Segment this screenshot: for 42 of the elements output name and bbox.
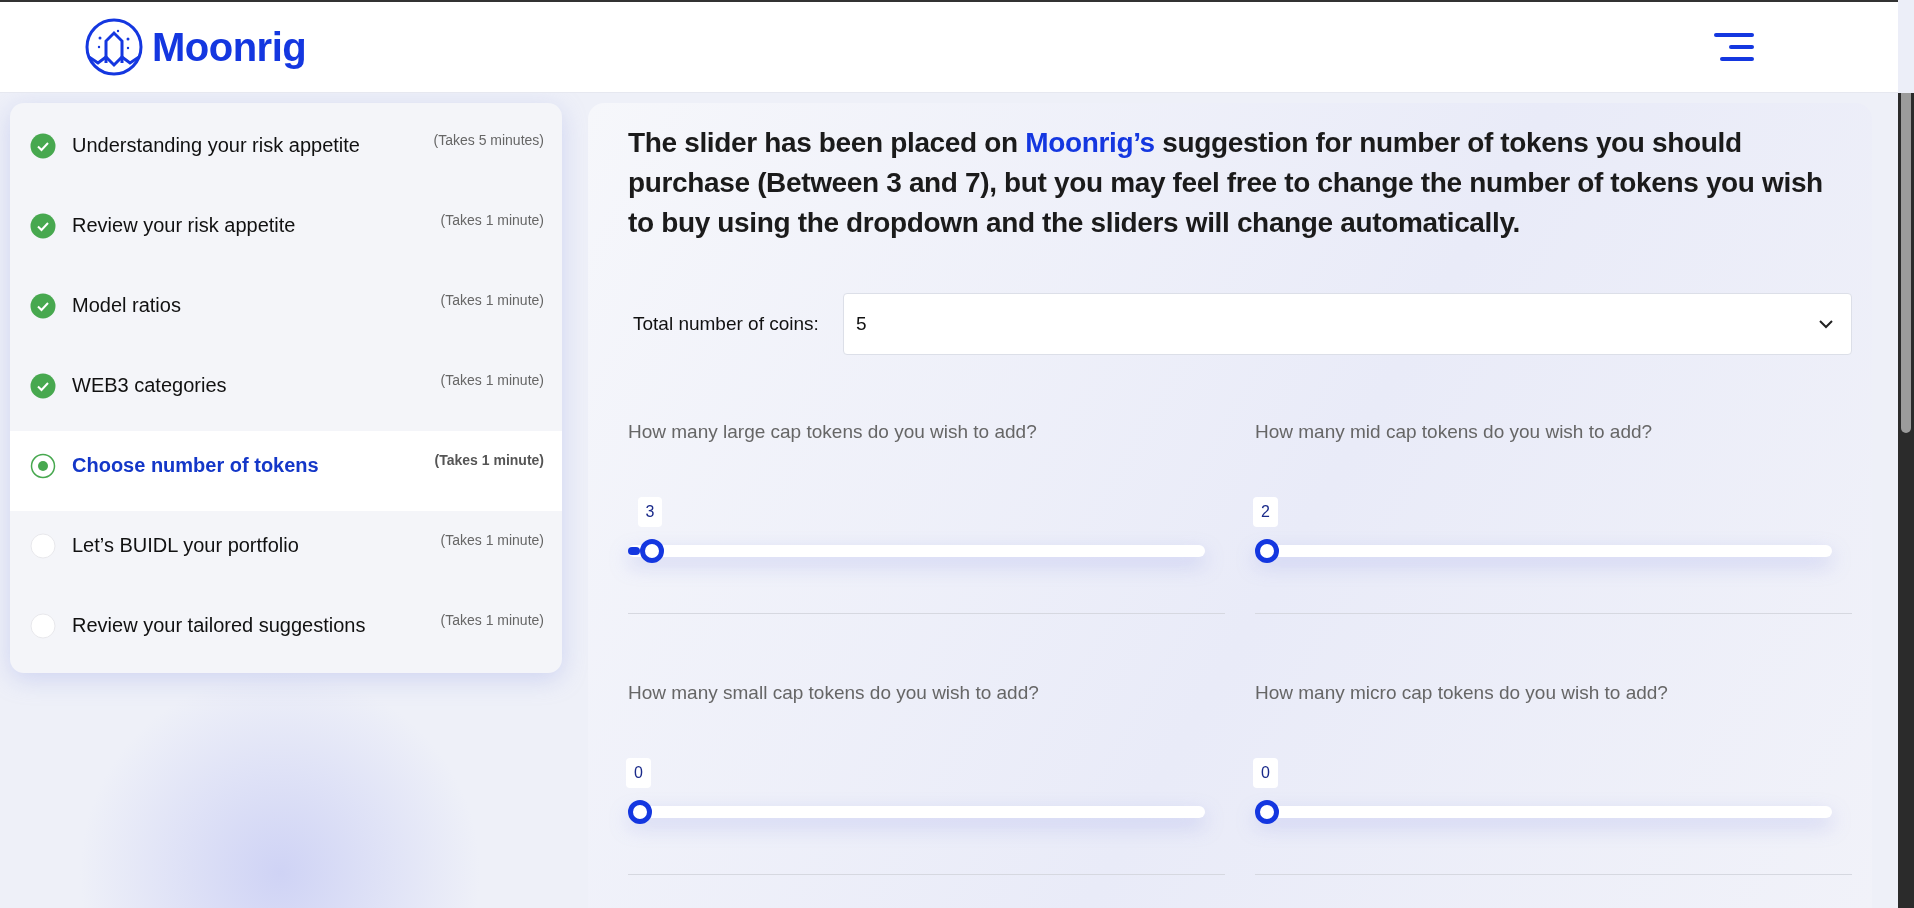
step-label: WEB3 categories [72, 373, 228, 397]
step-item[interactable]: Review your tailored suggestions (Takes 1 minute) [10, 591, 562, 671]
chevron-down-icon [1819, 319, 1833, 329]
scrollbar[interactable] [1898, 93, 1914, 908]
slider-question: How many large cap tokens do you wish to add? [628, 421, 1038, 443]
step-label: Choose number of tokens [72, 453, 320, 477]
coins-dropdown[interactable]: 5 [842, 293, 1852, 355]
instruction-text: The slider has been placed on Moonrig’s suggestion for number of tokens you should purchase (Between 3 and 7), but you may feel free to change the number of tokens you wish to buy using the dropdown and the sliders will change automatically. [628, 126, 1824, 240]
step-label: Model ratios [72, 293, 182, 317]
step-duration: (Takes 1 minute) [440, 532, 544, 548]
step-duration: (Takes 1 minute) [440, 612, 544, 628]
step-duration: (Takes 1 minute) [440, 212, 544, 228]
slider-thumb[interactable] [639, 539, 664, 563]
step-item[interactable]: Review your risk appetite (Takes 1 minute) [10, 191, 562, 271]
step-item[interactable]: Model ratios (Takes 1 minute) [10, 271, 562, 351]
slider-question: How many mid cap tokens do you wish to add? [1255, 421, 1654, 443]
slider-value: 0 [1253, 758, 1278, 788]
slider-thumb[interactable] [628, 800, 652, 824]
step-duration: (Takes 1 minute) [440, 372, 544, 388]
slider-value: 3 [637, 497, 663, 527]
slider-value: 0 [626, 758, 651, 788]
step-label: Review your tailored suggestions [72, 613, 367, 637]
step-label: Understanding your risk appetite [72, 133, 361, 157]
coins-label: Total number of coins: [633, 313, 819, 335]
menu-icon [1714, 33, 1754, 61]
slider-track[interactable] [628, 545, 1205, 557]
slider-question: How many small cap tokens do you wish to add? [628, 682, 1040, 704]
step-duration: (Takes 1 minute) [434, 452, 544, 468]
step-duration: (Takes 1 minute) [440, 292, 544, 308]
step-label: Let’s BUIDL your portfolio [72, 533, 300, 557]
step-item[interactable]: Let’s BUIDL your portfolio (Takes 1 minute) [10, 511, 562, 591]
slider-thumb[interactable] [1255, 539, 1279, 563]
step-label: Review your risk appetite [72, 213, 297, 237]
slider-thumb[interactable] [1255, 800, 1279, 824]
step-item[interactable]: Understanding your risk appetite (Takes 5 minutes) [10, 111, 562, 191]
slider-value: 2 [1253, 497, 1278, 527]
slider-question: How many micro cap tokens do you wish to add? [1255, 682, 1669, 704]
logo-text: Moonrig [152, 24, 307, 70]
logo-icon [84, 17, 144, 77]
step-item[interactable]: Choose number of tokens (Takes 1 minute) [10, 431, 562, 511]
step-item[interactable]: WEB3 categories (Takes 1 minute) [10, 351, 562, 431]
step-duration: (Takes 5 minutes) [433, 132, 544, 148]
